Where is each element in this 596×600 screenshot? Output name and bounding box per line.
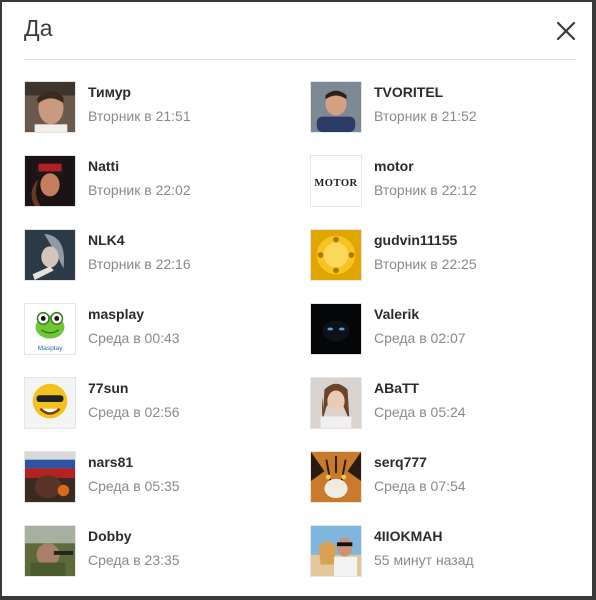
user-name[interactable]: Natti (88, 158, 119, 174)
avatar[interactable] (24, 525, 76, 577)
avatar-logo-text: Masplay (37, 345, 63, 352)
like-time: Среда в 23:35 (88, 552, 180, 568)
user-item[interactable]: 77sun Среда в 02:56 (24, 377, 294, 431)
like-time: Вторник в 21:52 (374, 108, 477, 124)
avatar[interactable] (24, 229, 76, 281)
user-item[interactable]: Dobby Среда в 23:35 (24, 525, 294, 579)
avatar[interactable] (24, 155, 76, 207)
user-name[interactable]: motor (374, 158, 414, 174)
avatar[interactable] (310, 229, 362, 281)
avatar[interactable] (310, 377, 362, 429)
user-item[interactable]: Valerik Среда в 02:07 (310, 303, 580, 357)
user-item[interactable]: TVORITEL Вторник в 21:52 (310, 81, 580, 135)
avatar[interactable]: Masplay (24, 303, 76, 355)
user-item[interactable]: MOTOR motor Вторник в 22:12 (310, 155, 580, 209)
likes-dialog: Да Тимур Вторник в 21:51 TVORITEL Вторни… (2, 2, 592, 596)
user-name[interactable]: NLK4 (88, 232, 125, 248)
dialog-title: Да (24, 15, 53, 41)
user-name[interactable]: TVORITEL (374, 84, 443, 100)
user-item[interactable]: nars81 Среда в 05:35 (24, 451, 294, 505)
header-divider (24, 59, 576, 60)
user-item[interactable]: Natti Вторник в 22:02 (24, 155, 294, 209)
user-name[interactable]: Тимур (88, 84, 131, 100)
avatar[interactable] (310, 303, 362, 355)
close-icon[interactable] (554, 19, 578, 43)
user-item[interactable]: serq777 Среда в 07:54 (310, 451, 580, 505)
like-time: Среда в 07:54 (374, 478, 466, 494)
user-name[interactable]: 4IIOKMAH (374, 528, 442, 544)
dialog-header: Да (2, 2, 592, 60)
avatar[interactable] (310, 525, 362, 577)
like-time: Вторник в 21:51 (88, 108, 191, 124)
user-name[interactable]: Valerik (374, 306, 419, 322)
user-item[interactable]: gudvin11155 Вторник в 22:25 (310, 229, 580, 283)
user-name[interactable]: Dobby (88, 528, 132, 544)
like-time: Вторник в 22:16 (88, 256, 191, 272)
like-time: Среда в 05:35 (88, 478, 180, 494)
user-item[interactable]: Тимур Вторник в 21:51 (24, 81, 294, 135)
like-time: 55 минут назад (374, 552, 474, 568)
user-name[interactable]: 77sun (88, 380, 128, 396)
user-item[interactable]: Masplay masplay Среда в 00:43 (24, 303, 294, 357)
avatar-logo-text: MOTOR (314, 178, 357, 189)
like-time: Среда в 02:56 (88, 404, 180, 420)
user-name[interactable]: ABaTT (374, 380, 419, 396)
like-time: Вторник в 22:02 (88, 182, 191, 198)
user-item[interactable]: NLK4 Вторник в 22:16 (24, 229, 294, 283)
avatar[interactable] (310, 81, 362, 133)
like-time: Среда в 02:07 (374, 330, 466, 346)
like-time: Среда в 05:24 (374, 404, 466, 420)
avatar[interactable]: MOTOR (310, 155, 362, 207)
avatar[interactable] (310, 451, 362, 503)
avatar[interactable] (24, 451, 76, 503)
user-name[interactable]: serq777 (374, 454, 427, 470)
user-name[interactable]: masplay (88, 306, 144, 322)
like-time: Вторник в 22:12 (374, 182, 477, 198)
user-name[interactable]: gudvin11155 (374, 232, 457, 248)
user-name[interactable]: nars81 (88, 454, 133, 470)
avatar[interactable] (24, 81, 76, 133)
like-time: Среда в 00:43 (88, 330, 180, 346)
like-time: Вторник в 22:25 (374, 256, 477, 272)
user-item[interactable]: 4IIOKMAH 55 минут назад (310, 525, 580, 579)
avatar[interactable] (24, 377, 76, 429)
user-item[interactable]: ABaTT Среда в 05:24 (310, 377, 580, 431)
